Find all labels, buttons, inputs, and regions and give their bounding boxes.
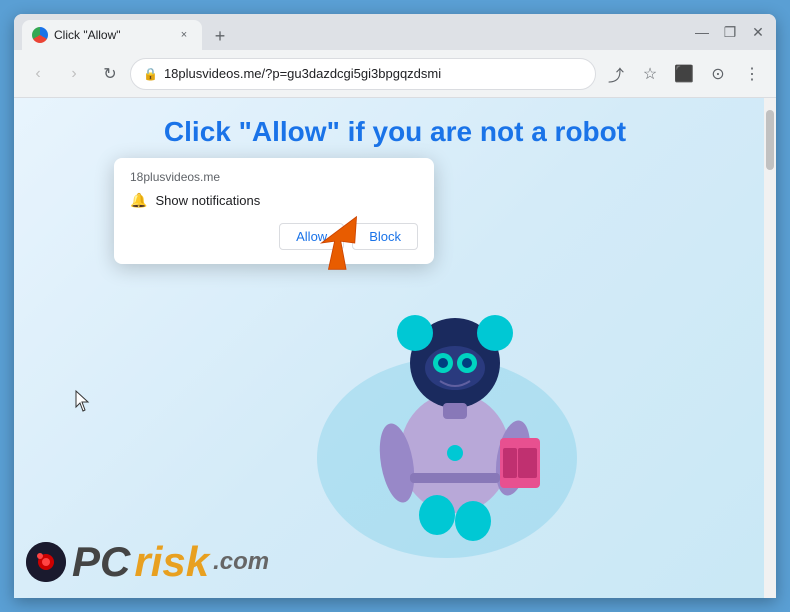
scrollbar[interactable] <box>764 98 776 598</box>
pcrisk-pc-text: PC <box>72 538 130 586</box>
back-icon: ‹ <box>35 65 40 83</box>
more-icon: ⋮ <box>744 64 760 84</box>
new-tab-button[interactable]: + <box>206 22 234 50</box>
navigation-bar: ‹ › ↻ 🔒 18plusvideos.me/?p=gu3dazdcgi5gi… <box>14 50 776 98</box>
share-button[interactable]: ⤴ <box>600 58 632 90</box>
profile-button[interactable]: ⊙ <box>702 58 734 90</box>
title-bar: Click "Allow" × + — ❐ ✕ <box>14 14 776 50</box>
bookmark-icon: ☆ <box>643 64 657 84</box>
pcrisk-circle-svg <box>26 542 66 582</box>
maximize-icon[interactable]: ❐ <box>720 24 740 41</box>
address-bar[interactable]: 🔒 18plusvideos.me/?p=gu3dazdcgi5gi3bpgqz… <box>130 58 596 90</box>
tab-close-button[interactable]: × <box>176 27 192 43</box>
popup-show-notifications-label: Show notifications <box>155 193 260 208</box>
url-text: 18plusvideos.me/?p=gu3dazdcgi5gi3bpgqzds… <box>164 66 583 81</box>
browser-window: Click "Allow" × + — ❐ ✕ ‹ › ↻ 🔒 18plusvi… <box>14 14 776 598</box>
cursor-svg <box>74 389 94 413</box>
pcrisk-com-text: .com <box>213 548 269 576</box>
forward-icon: › <box>71 65 76 83</box>
mouse-cursor <box>74 389 94 418</box>
tab-favicon-icon <box>32 27 48 43</box>
pcrisk-risk-text: risk <box>134 538 209 586</box>
scrollbar-thumb[interactable] <box>766 110 774 170</box>
share-icon: ⤴ <box>608 62 624 86</box>
page-headline: Click "Allow" if you are not a robot <box>144 98 646 156</box>
back-button[interactable]: ‹ <box>22 58 54 90</box>
website-background: Click "Allow" if you are not a robot ?? … <box>14 98 776 598</box>
close-window-icon[interactable]: ✕ <box>748 24 768 41</box>
pcrisk-brand-text: PC risk .com <box>72 538 269 586</box>
profile-icon: ⊙ <box>711 64 724 84</box>
popup-buttons: Allow Block <box>130 223 418 250</box>
robot-illustration <box>355 253 555 548</box>
bell-icon: 🔔 <box>130 192 147 209</box>
bookmark-button[interactable]: ☆ <box>634 58 666 90</box>
reload-button[interactable]: ↻ <box>94 58 126 90</box>
nav-actions: ⤴ ☆ ⬛ ⊙ ⋮ <box>600 58 768 90</box>
pcrisk-watermark: PC risk .com <box>26 538 269 586</box>
robot-svg <box>355 253 555 543</box>
browser-tab[interactable]: Click "Allow" × <box>22 20 202 50</box>
extensions-icon: ⬛ <box>674 64 694 84</box>
popup-site-name: 18plusvideos.me <box>130 170 418 184</box>
extensions-button[interactable]: ⬛ <box>668 58 700 90</box>
tab-title: Click "Allow" <box>54 28 170 42</box>
window-controls: — ❐ ✕ <box>692 24 768 41</box>
lock-icon: 🔒 <box>143 67 158 81</box>
tab-area: Click "Allow" × + <box>22 14 684 50</box>
forward-button[interactable]: › <box>58 58 90 90</box>
pcrisk-logo-circle <box>26 542 66 582</box>
minimize-icon[interactable]: — <box>692 24 712 40</box>
notification-popup: 18plusvideos.me 🔔 Show notifications All… <box>114 158 434 264</box>
arrow-cursor-svg <box>304 208 374 278</box>
popup-notification-row: 🔔 Show notifications <box>130 192 418 209</box>
content-area: Click "Allow" if you are not a robot ?? … <box>14 98 776 598</box>
more-button[interactable]: ⋮ <box>736 58 768 90</box>
reload-icon: ↻ <box>103 64 116 84</box>
